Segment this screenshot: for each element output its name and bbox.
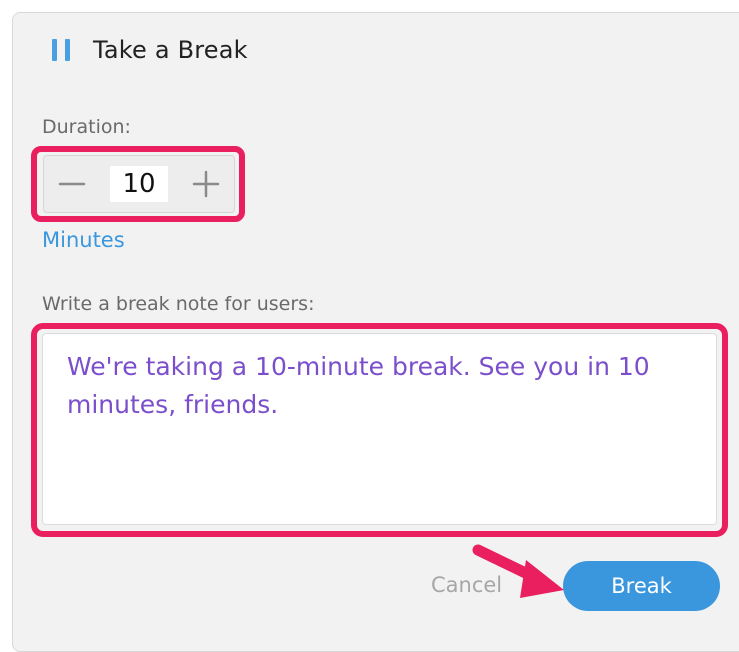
duration-unit-link[interactable]: Minutes (42, 228, 125, 252)
break-note-label: Write a break note for users: (42, 293, 315, 315)
plus-icon (192, 170, 220, 198)
minus-icon (58, 182, 86, 186)
duration-label: Duration: (42, 116, 131, 138)
break-button[interactable]: Break (563, 561, 720, 611)
increment-button[interactable] (178, 156, 234, 212)
dialog-header: Take a Break (40, 36, 248, 64)
break-note-textarea[interactable]: We're taking a 10-minute break. See you … (42, 333, 717, 525)
dialog-title: Take a Break (93, 36, 248, 64)
arrow-icon (472, 544, 564, 598)
pause-icon (52, 39, 70, 61)
duration-stepper: 10 (43, 155, 235, 213)
duration-value[interactable]: 10 (110, 166, 168, 202)
decrement-button[interactable] (44, 156, 100, 212)
